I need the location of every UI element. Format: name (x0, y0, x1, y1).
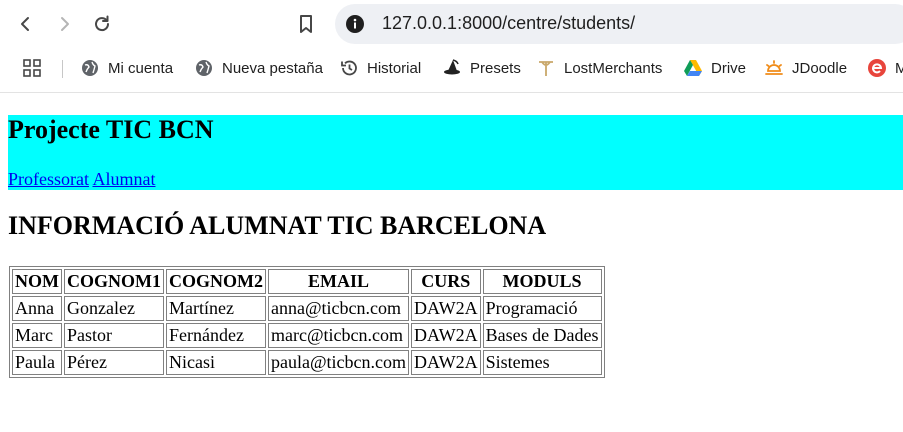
forward-arrow-icon (61, 17, 69, 31)
lostmerchants-icon (536, 58, 556, 78)
cell-email: anna@ticbcn.com (268, 296, 410, 321)
site-header: Projecte TIC BCN Professorat Alumnat (8, 115, 903, 190)
bookmark-drive[interactable]: Drive (683, 56, 746, 80)
cell-curs: DAW2A (411, 323, 481, 348)
bookmark-historial[interactable]: Historial (339, 56, 421, 80)
table-header-row: NOM COGNOM1 COGNOM2 EMAIL CURS MODULS (12, 269, 602, 294)
site-nav: Professorat Alumnat (8, 169, 156, 189)
cell-moduls: Programació (482, 296, 602, 321)
column-header-moduls: MODULS (482, 269, 602, 294)
nav-link-professorat[interactable]: Professorat (8, 169, 89, 189)
site-title: Projecte TIC BCN (8, 115, 214, 144)
cell-nom: Paula (12, 350, 62, 375)
back-arrow-icon (21, 17, 29, 31)
edge-icon (867, 58, 887, 78)
nav-link-alumnat[interactable]: Alumnat (93, 169, 156, 189)
cell-cognom1: Pastor (64, 323, 164, 348)
witch-hat-icon (442, 58, 462, 78)
cell-curs: DAW2A (411, 350, 481, 375)
students-table: NOM COGNOM1 COGNOM2 EMAIL CURS MODULS An… (9, 266, 605, 378)
forward-button[interactable] (50, 10, 78, 38)
bookmark-label: Presets (470, 59, 521, 77)
cell-cognom2: Fernández (166, 323, 266, 348)
page-title: INFORMACIÓ ALUMNAT TIC BARCELONA (8, 211, 547, 240)
cell-email: marc@ticbcn.com (268, 323, 410, 348)
bookmark-m[interactable]: M (867, 56, 903, 80)
cell-curs: DAW2A (411, 296, 481, 321)
bookmark-label: LostMerchants (564, 59, 663, 77)
bookmark-label: Historial (367, 59, 422, 77)
bookmark-presets[interactable]: Presets (442, 56, 521, 80)
column-header-curs: CURS (411, 269, 481, 294)
column-header-cognom2: COGNOM2 (166, 269, 266, 294)
bookmark-nueva-pestana[interactable]: Nueva pestaña (194, 56, 323, 80)
browser-toolbar: 127.0.0.1:8000/centre/students/ (0, 0, 903, 48)
cell-email: paula@ticbcn.com (268, 350, 410, 375)
reload-button[interactable] (88, 10, 116, 38)
history-icon (339, 58, 359, 78)
cell-nom: Marc (12, 323, 62, 348)
cell-nom: Anna (12, 296, 62, 321)
bookmark-icon (300, 15, 312, 33)
drive-icon (683, 58, 703, 78)
table-row: Paula Pérez Nicasi paula@ticbcn.com DAW2… (12, 350, 602, 375)
column-header-cognom1: COGNOM1 (64, 269, 164, 294)
site-info-icon[interactable] (345, 14, 365, 34)
globe-icon (80, 58, 100, 78)
bookmark-label: Mi cuenta (108, 59, 174, 77)
url-text[interactable]: 127.0.0.1:8000/centre/students/ (382, 13, 635, 34)
bookmark-jdoodle[interactable]: JDoodle (764, 56, 847, 80)
cell-cognom1: Gonzalez (64, 296, 164, 321)
table-row: Anna Gonzalez Martínez anna@ticbcn.com D… (12, 296, 602, 321)
globe-icon (194, 58, 214, 78)
column-header-email: EMAIL (268, 269, 410, 294)
bookmarks-separator (62, 60, 63, 78)
table-row: Marc Pastor Fernández marc@ticbcn.com DA… (12, 323, 602, 348)
column-header-nom: NOM (12, 269, 62, 294)
cell-moduls: Bases de Dades (482, 323, 602, 348)
bookmark-star-button[interactable] (292, 10, 320, 38)
bookmark-label: Nueva pestaña (222, 59, 323, 77)
apps-grid-icon[interactable] (22, 58, 42, 78)
cell-cognom2: Nicasi (166, 350, 266, 375)
bookmark-label: M (895, 59, 903, 77)
cell-cognom1: Pérez (64, 350, 164, 375)
bookmark-label: JDoodle (792, 59, 848, 77)
bookmark-label: Drive (711, 59, 747, 77)
cell-moduls: Sistemes (482, 350, 602, 375)
bookmark-lostmerchants[interactable]: LostMerchants (536, 56, 662, 80)
cell-cognom2: Martínez (166, 296, 266, 321)
back-button[interactable] (12, 10, 40, 38)
jdoodle-icon (764, 58, 784, 78)
bookmark-mi-cuenta[interactable]: Mi cuenta (80, 56, 173, 80)
browser-chrome: 127.0.0.1:8000/centre/students/ Mi cuent… (0, 0, 903, 93)
bookmarks-bar: Mi cuenta Nueva pestaña Historial Preset… (0, 52, 903, 84)
address-bar[interactable]: 127.0.0.1:8000/centre/students/ (335, 4, 903, 44)
reload-icon (95, 15, 110, 32)
